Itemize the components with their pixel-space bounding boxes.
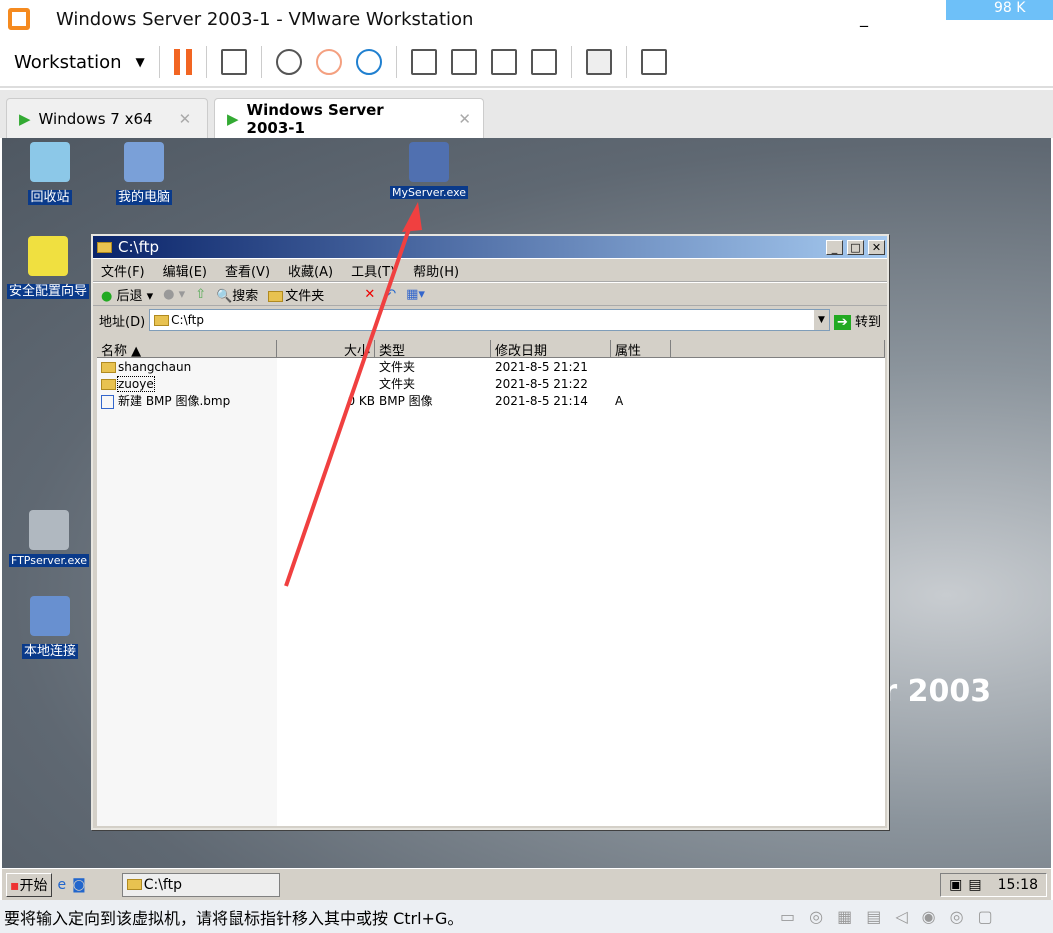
window-title: Windows Server 2003-1 - VMware Workstati… [56, 8, 474, 30]
snapshot-icon[interactable] [275, 49, 302, 75]
vm-icon: ▶ [227, 109, 239, 128]
thumbnail-view-icon[interactable] [450, 49, 477, 75]
outlook-icon[interactable]: ◙ [72, 877, 86, 893]
console-view-icon[interactable] [585, 49, 612, 75]
windows-logo-icon: ▪ [10, 877, 20, 894]
display-icon[interactable]: ◎ [950, 907, 964, 926]
send-ctrl-alt-del-icon[interactable] [220, 49, 247, 75]
library-view-icon[interactable] [410, 49, 437, 75]
unity-icon[interactable] [530, 49, 557, 75]
cd-icon[interactable]: ◎ [809, 907, 823, 926]
workstation-menu[interactable]: Workstation [14, 52, 122, 73]
network-adapter-icon[interactable]: ▦ [837, 907, 852, 926]
ie-icon[interactable]: e [58, 877, 67, 893]
vm-screen[interactable]: er 2003 回收站 我的电脑 MyServer.exe 安全配置向导 FTP… [2, 138, 1051, 900]
vm-icon: ▶ [19, 109, 31, 128]
taskbar-item-explorer[interactable]: C:\ftp [121, 872, 280, 897]
minimize-button[interactable]: _ [860, 8, 868, 27]
start-button[interactable]: ▪开始 [6, 872, 52, 897]
close-icon[interactable]: ✕ [179, 110, 192, 128]
title-bar: Windows Server 2003-1 - VMware Workstati… [0, 0, 1053, 38]
folder-icon [126, 879, 142, 890]
tab-windows-7[interactable]: ▶ Windows 7 x64 ✕ [6, 98, 208, 138]
taskbar: ▪开始 e ◙ C:\ftp ▣ ▤ 15:18 [2, 868, 1051, 900]
tab-windows-server-2003[interactable]: ▶ Windows Server 2003-1 ✕ [214, 98, 484, 138]
revert-snapshot-icon[interactable] [315, 49, 342, 75]
sound-icon[interactable]: ◁ [895, 907, 907, 926]
status-bar: 要将输入定向到该虚拟机，请将鼠标指针移入其中或按 Ctrl+G。 ▭ ◎ ▦ ▤ ◁ ◉ ◎… [0, 900, 1053, 933]
vmware-logo-icon [8, 8, 30, 30]
tray-icon[interactable]: ▣ [949, 877, 962, 893]
vmware-tools-icon[interactable]: ▤ [968, 877, 981, 893]
pause-icon[interactable] [173, 49, 192, 75]
printer-icon[interactable]: ◉ [922, 907, 936, 926]
close-icon[interactable]: ✕ [458, 110, 471, 128]
system-tray: ▣ ▤ 15:18 [940, 872, 1047, 897]
clock: 15:18 [997, 876, 1038, 893]
full-screen-icon[interactable] [490, 49, 517, 75]
stretch-icon[interactable] [640, 49, 667, 75]
snapshot-manager-icon[interactable] [355, 49, 382, 75]
tab-bar: ▶ Windows 7 x64 ✕ ▶ Windows Server 2003-1 ✕ [0, 90, 1053, 138]
message-icon[interactable]: ▢ [978, 907, 993, 926]
annotation-arrow [284, 202, 422, 587]
toolbar: Workstation ▼ [0, 38, 1053, 88]
hard-disk-icon[interactable]: ▭ [780, 907, 795, 926]
usb-icon[interactable]: ▤ [866, 907, 881, 926]
speed-badge: 98 K [946, 0, 1053, 20]
